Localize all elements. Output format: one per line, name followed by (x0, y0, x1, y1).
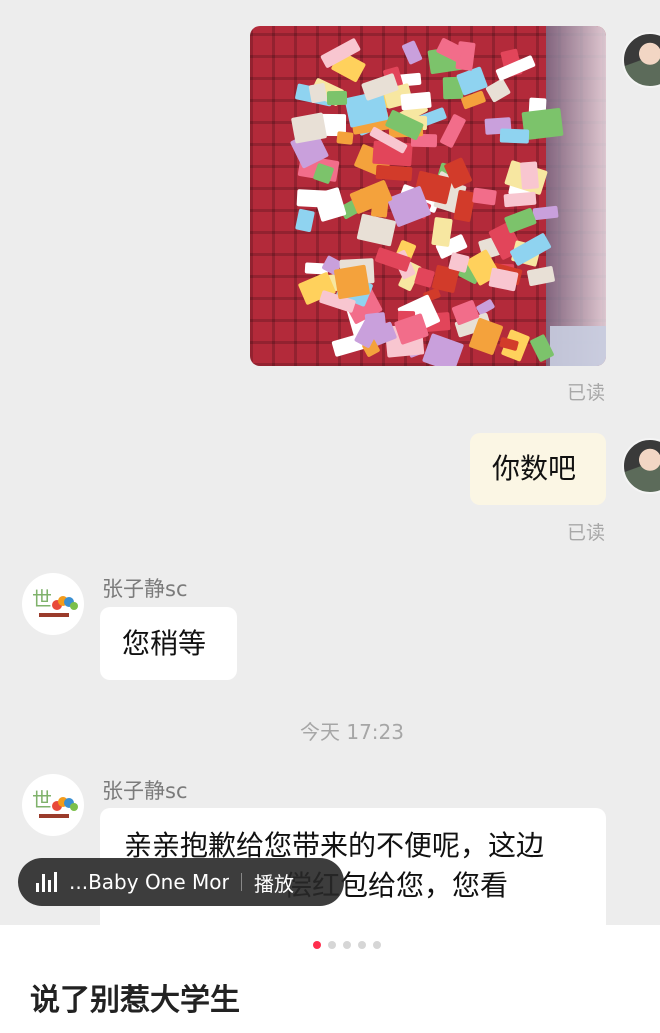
photo-background-wall (546, 26, 606, 366)
carousel-dot[interactable] (328, 941, 336, 949)
my-avatar[interactable] (622, 438, 660, 494)
snack-wrapper (356, 213, 396, 246)
play-button[interactable]: 播放 (254, 868, 294, 897)
snack-wrapper (499, 128, 529, 144)
snack-wrapper (484, 78, 511, 103)
read-receipt: 已读 (567, 382, 606, 404)
shop-logo-strip (39, 814, 69, 818)
snack-wrapper (327, 91, 348, 105)
audio-bars-icon (36, 872, 57, 892)
post-caption: 说了别惹大学生 (30, 983, 240, 1018)
snack-wrapper (488, 267, 520, 292)
snack-photo-message[interactable] (250, 26, 606, 366)
snack-wrapper (472, 187, 497, 206)
shop-logo-strip (39, 613, 69, 617)
snack-wrapper (375, 164, 413, 182)
post-footer: 说了别惹大学生 (0, 925, 660, 1033)
shop-avatar[interactable]: 世 (22, 774, 84, 836)
snack-wrapper (503, 207, 537, 234)
carousel-indicator[interactable] (313, 941, 381, 949)
their-message-bubble[interactable]: 您稍等 (100, 607, 237, 680)
music-player-pill[interactable]: ...Baby One More 播放 (18, 858, 344, 906)
snack-wrapper (456, 65, 489, 96)
carousel-dot[interactable] (373, 941, 381, 949)
snack-wrapper (401, 40, 423, 65)
shop-logo-fan-icon (52, 797, 78, 811)
shop-logo-icon: 世 (32, 587, 52, 611)
song-title: ...Baby One More (69, 870, 229, 894)
shop-avatar[interactable]: 世 (22, 573, 84, 635)
divider (241, 873, 242, 891)
shop-logo-icon: 世 (32, 788, 52, 812)
shop-logo-fan-icon (52, 596, 78, 610)
sender-name: 张子静sc (102, 779, 188, 803)
snack-wrapper (422, 333, 465, 366)
read-receipt: 已读 (567, 522, 606, 544)
my-avatar[interactable] (622, 32, 660, 88)
snack-wrapper (295, 208, 316, 233)
carousel-dot[interactable] (358, 941, 366, 949)
chat-timestamp: 今天 17:23 (300, 720, 404, 744)
snack-wrapper (336, 131, 354, 145)
photo-blanket (550, 326, 606, 366)
carousel-dot[interactable] (343, 941, 351, 949)
snack-wrapper (296, 189, 331, 208)
snack-wrapper (333, 264, 371, 301)
my-message-bubble[interactable]: 你数吧 (470, 433, 606, 505)
snack-wrapper (400, 91, 433, 110)
chat-screenshot: 已读 你数吧 已读 世 张子静sc 您稍等 今天 17:23 世 张子静sc 亲… (0, 0, 660, 925)
carousel-dot[interactable] (313, 941, 321, 949)
snack-wrapper (291, 111, 328, 143)
snack-wrapper (520, 161, 539, 190)
sender-name: 张子静sc (102, 577, 188, 601)
snack-wrapper (503, 191, 537, 207)
